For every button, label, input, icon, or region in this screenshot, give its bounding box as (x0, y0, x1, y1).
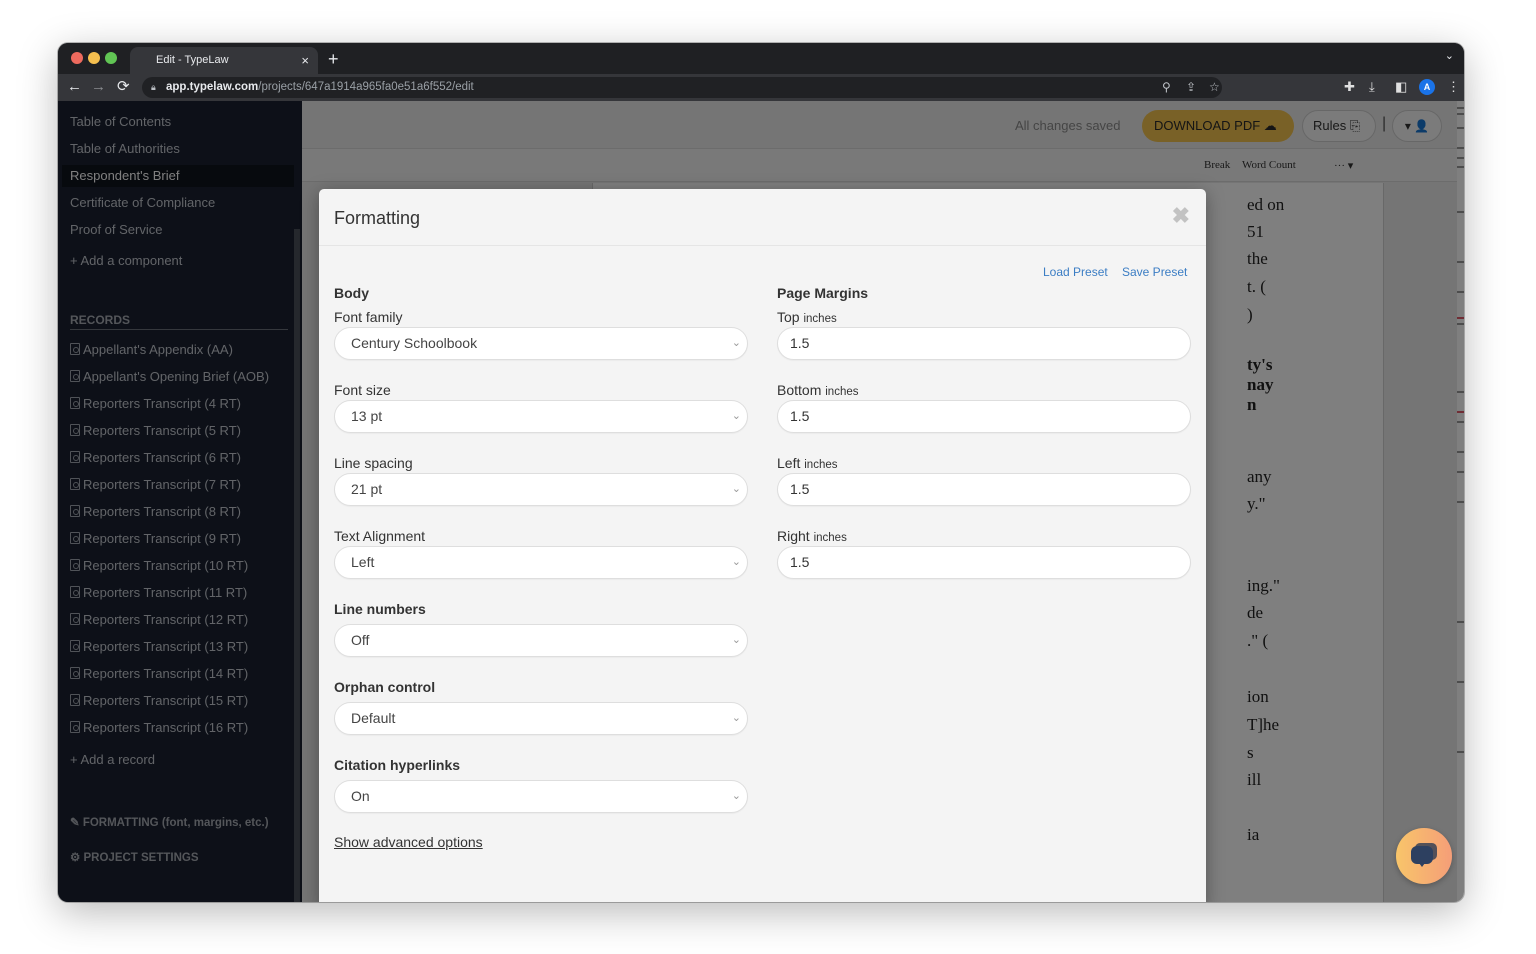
zoom-icon[interactable]: ⚲ (1162, 77, 1171, 98)
tab-search-chevron-icon[interactable]: ⌄ (1445, 49, 1454, 62)
citation-hyperlinks-label: Citation hyperlinks (334, 757, 461, 773)
back-icon[interactable]: ← (67, 77, 82, 97)
browser-tab[interactable]: Edit - TypeLaw × (130, 47, 318, 74)
chevron-down-icon: ⌄ (731, 790, 741, 802)
show-advanced-options-link[interactable]: Show advanced options (334, 834, 483, 850)
share-icon[interactable]: ⇪ (1186, 77, 1196, 98)
tab-close-icon[interactable]: × (301, 47, 309, 74)
line-spacing-label: Line spacing (334, 455, 413, 471)
body-section-heading: Body (334, 285, 369, 301)
chevron-down-icon: ⌄ (731, 712, 741, 724)
font-size-label: Font size (334, 382, 391, 398)
tab-title: Edit - TypeLaw (156, 54, 229, 66)
font-family-label: Font family (334, 309, 403, 325)
left-margin-input[interactable]: 1.5 (777, 473, 1191, 506)
chevron-down-icon: ⌄ (731, 634, 741, 646)
window-minimize-button[interactable] (88, 52, 100, 64)
page-margins-heading: Page Margins (777, 285, 869, 301)
font-family-select[interactable]: Century Schoolbook ⌄ (334, 327, 748, 360)
side-panel-icon[interactable]: ◧ (1395, 78, 1407, 96)
extensions-icon[interactable]: ✚ (1344, 78, 1355, 96)
browser-window: Edit - TypeLaw × + ⌄ ← → ⟳ 🔒︎ app.typela… (58, 43, 1464, 902)
chat-widget-button[interactable] (1396, 828, 1452, 884)
font-size-select[interactable]: 13 pt ⌄ (334, 400, 748, 433)
orphan-control-select[interactable]: Default ⌄ (334, 702, 748, 735)
lock-icon: 🔒︎ (151, 82, 156, 92)
line-numbers-select[interactable]: Off ⌄ (334, 624, 748, 657)
line-numbers-label: Line numbers (334, 601, 426, 617)
formatting-modal: Formatting ✖ Load Preset Save Preset Bod… (319, 189, 1206, 902)
line-numbers-value: Off (351, 632, 370, 648)
download-icon[interactable]: ⤓ (1369, 78, 1375, 96)
left-margin-label: Left inches (777, 455, 838, 471)
orphan-control-label: Orphan control (334, 679, 436, 695)
orphan-control-value: Default (351, 710, 396, 726)
forward-icon[interactable]: → (91, 77, 106, 97)
citation-hyperlinks-value: On (351, 788, 370, 804)
url-input[interactable]: 🔒︎ app.typelaw.com/projects/647a1914a965… (142, 77, 1222, 98)
url-host: app.typelaw.com (166, 81, 259, 93)
close-icon[interactable]: ✖ (1172, 203, 1190, 229)
bottom-margin-input[interactable]: 1.5 (777, 400, 1191, 433)
font-size-value: 13 pt (351, 408, 383, 424)
text-alignment-select[interactable]: Left ⌄ (334, 546, 748, 579)
chat-icon-tail (1419, 863, 1425, 867)
chevron-down-icon: ⌄ (731, 483, 741, 495)
top-margin-label: Top inches (777, 309, 837, 325)
load-preset-link[interactable]: Load Preset (1043, 265, 1108, 279)
top-margin-input[interactable]: 1.5 (777, 327, 1191, 360)
modal-title: Formatting (334, 208, 421, 228)
citation-hyperlinks-select[interactable]: On ⌄ (334, 780, 748, 813)
line-spacing-value: 21 pt (351, 481, 383, 497)
window-close-button[interactable] (71, 52, 83, 64)
bookmark-star-icon[interactable]: ☆ (1209, 77, 1220, 98)
url-path: /projects/647a1914a965fa0e51a6f552/edit (258, 81, 474, 93)
reload-icon[interactable]: ⟳ (117, 77, 130, 97)
chevron-down-icon: ⌄ (731, 410, 741, 422)
browser-menu-icon[interactable]: ⋮ (1447, 78, 1460, 96)
chevron-down-icon: ⌄ (731, 337, 741, 349)
new-tab-button[interactable]: + (328, 47, 339, 71)
text-alignment-label: Text Alignment (334, 528, 426, 544)
right-margin-label: Right inches (777, 528, 847, 544)
chat-icon (1411, 846, 1433, 864)
modal-header: Formatting ✖ (319, 189, 1206, 246)
window-maximize-button[interactable] (105, 52, 117, 64)
browser-tab-bar: Edit - TypeLaw × + ⌄ (58, 43, 1464, 74)
line-spacing-select[interactable]: 21 pt ⌄ (334, 473, 748, 506)
save-preset-link[interactable]: Save Preset (1122, 265, 1187, 279)
app-viewport: Table of Contents Table of Authorities R… (58, 101, 1464, 902)
font-family-value: Century Schoolbook (351, 335, 478, 351)
profile-avatar[interactable]: A (1419, 79, 1435, 95)
chevron-down-icon: ⌄ (731, 556, 741, 568)
address-bar-row: ← → ⟳ 🔒︎ app.typelaw.com/projects/647a19… (58, 74, 1464, 101)
text-alignment-value: Left (351, 554, 375, 570)
right-margin-input[interactable]: 1.5 (777, 546, 1191, 579)
bottom-margin-label: Bottom inches (777, 382, 859, 398)
